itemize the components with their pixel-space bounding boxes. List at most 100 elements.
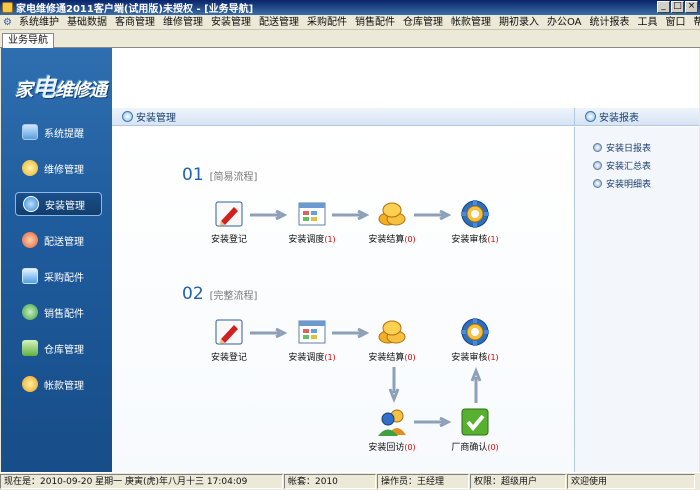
menu-system[interactable]: 系统维护 (15, 15, 63, 30)
logo-text-big: 电 (32, 74, 56, 102)
menu-repair[interactable]: 维修管理 (159, 15, 207, 30)
report-icon (593, 143, 602, 152)
sidebar: 家电维修通 系统提醒 维修管理 安装管理 配送管理 采购配件 销售配件 仓库管理 (1, 48, 112, 472)
sidebar-item-label: 安装管理 (45, 200, 85, 212)
report-icon (593, 161, 602, 170)
section-icon (122, 111, 133, 122)
sidebar-item-label: 配送管理 (44, 236, 84, 248)
status-datetime: 现在是：2010-09-20 星期一 庚寅(虎)年八月十三 17:04:09 (0, 474, 283, 489)
page-title: 安装管理 (136, 113, 176, 124)
node-label: 安装调度 (288, 235, 325, 245)
close-button[interactable]: × (685, 1, 698, 13)
menu-window[interactable]: 窗口 (662, 15, 690, 30)
node-install-audit-2[interactable]: 安装审核(1) (440, 317, 510, 363)
app-logo: 家电维修通 (15, 68, 107, 102)
status-bar: 现在是：2010-09-20 星期一 庚寅(虎)年八月十三 17:04:09 帐… (0, 472, 700, 490)
node-install-register-2[interactable]: 安装登记 (194, 317, 264, 363)
status-operator: 操作员：王经理 (377, 474, 469, 489)
flow-arrow-up (470, 367, 482, 403)
sidebar-item-label: 维修管理 (44, 164, 84, 176)
sidebar-item-reminders[interactable]: 系统提醒 (15, 120, 102, 144)
sidebar-item-label: 系统提醒 (44, 128, 84, 140)
status-account: 帐套：2010 (284, 474, 376, 489)
menu-tools[interactable]: 工具 (634, 15, 662, 30)
node-install-settle-2[interactable]: 安装结算(0) (357, 317, 427, 363)
content-header: 安装管理 (112, 108, 574, 126)
node-count: (1) (324, 353, 336, 362)
menu-bar: ⚙ 系统维护 基础数据 客商管理 维修管理 安装管理 配送管理 采购配件 销售配… (0, 15, 700, 30)
title-bar: 家电维修通2011客户端(试用版)未授权 - [业务导航] _ □ × (0, 0, 700, 15)
sidebar-item-label: 帐款管理 (44, 380, 84, 392)
sidebar-item-purchase[interactable]: 采购配件 (15, 264, 102, 288)
flow-1-number: 01 (182, 165, 204, 185)
node-label: 安装调度 (288, 353, 325, 363)
coins-icon (22, 376, 38, 392)
maximize-button[interactable]: □ (671, 1, 684, 13)
node-count: (1) (487, 353, 499, 362)
menu-accounts[interactable]: 帐款管理 (447, 15, 495, 30)
people-icon (377, 407, 407, 437)
sidebar-item-label: 采购配件 (44, 272, 84, 284)
menu-purchase[interactable]: 采购配件 (303, 15, 351, 30)
logo-text-post: 维修通 (55, 80, 107, 101)
minimize-button[interactable]: _ (657, 1, 670, 13)
flow-arrow-down (388, 367, 400, 403)
menu-install[interactable]: 安装管理 (207, 15, 255, 30)
coins-icon (377, 317, 407, 347)
node-label: 安装登记 (210, 353, 247, 363)
node-label: 厂商确认 (451, 443, 488, 453)
menu-basic-data[interactable]: 基础数据 (63, 15, 111, 30)
menu-warehouse[interactable]: 仓库管理 (399, 15, 447, 30)
node-count: (0) (404, 235, 416, 244)
node-count: (0) (404, 353, 416, 362)
sidebar-item-sales[interactable]: 销售配件 (15, 300, 102, 324)
node-count: (0) (404, 443, 416, 452)
report-daily[interactable]: 安装日报表 (593, 141, 651, 154)
workflow-panel: 01 [简易流程] 安装登记 安装调度(1) 安装结算(0) 安装审核(1) 0… (112, 127, 574, 472)
logo-text-pre: 家 (15, 80, 33, 101)
tab-business-nav[interactable]: 业务导航 (2, 33, 54, 48)
node-install-visit[interactable]: 安装回访(0) (357, 407, 427, 453)
node-count: (0) (487, 443, 499, 452)
checkmark-icon (460, 407, 490, 437)
node-label: 安装登记 (210, 235, 247, 245)
node-install-register[interactable]: 安装登记 (194, 199, 264, 245)
report-label: 安装明细表 (606, 180, 652, 190)
flow-2-label: [完整流程] (209, 291, 258, 302)
node-install-audit[interactable]: 安装审核(1) (440, 199, 510, 245)
warehouse-icon (22, 340, 38, 356)
menu-opening[interactable]: 期初录入 (495, 15, 543, 30)
node-label: 安装审核 (451, 235, 488, 245)
sidebar-item-accounts[interactable]: 帐款管理 (15, 372, 102, 396)
status-permission: 权限：超级用户 (470, 474, 566, 489)
node-vendor-confirm[interactable]: 厂商确认(0) (440, 407, 510, 453)
menu-sales[interactable]: 销售配件 (351, 15, 399, 30)
flow-1-title: 01 [简易流程] (182, 165, 257, 185)
menu-oa[interactable]: 办公OA (543, 15, 586, 30)
node-install-dispatch[interactable]: 安装调度(1) (277, 199, 347, 245)
flow-1-label: [简易流程] (209, 172, 258, 183)
reports-icon (585, 111, 596, 122)
node-label: 安装结算 (368, 353, 405, 363)
menu-delivery[interactable]: 配送管理 (255, 15, 303, 30)
menu-customers[interactable]: 客商管理 (111, 15, 159, 30)
tab-strip: 业务导航 (0, 31, 700, 48)
node-label: 安装回访 (368, 443, 405, 453)
node-install-dispatch-2[interactable]: 安装调度(1) (277, 317, 347, 363)
report-summary[interactable]: 安装汇总表 (593, 159, 651, 172)
node-install-settle[interactable]: 安装结算(0) (357, 199, 427, 245)
sidebar-item-install[interactable]: 安装管理 (15, 192, 102, 216)
sidebar-item-repair[interactable]: 维修管理 (15, 156, 102, 180)
report-detail[interactable]: 安装明细表 (593, 177, 651, 190)
status-welcome: 欢迎使用 (567, 474, 695, 489)
audit-gear-icon (460, 317, 490, 347)
system-menu-icon[interactable]: ⚙ (3, 17, 12, 28)
sidebar-item-warehouse[interactable]: 仓库管理 (15, 336, 102, 360)
menu-help[interactable]: 帮助 (690, 15, 700, 30)
schedule-icon (297, 317, 327, 347)
window-controls: _ □ × (657, 1, 698, 13)
flow-2-number: 02 (182, 284, 204, 304)
sidebar-item-delivery[interactable]: 配送管理 (15, 228, 102, 252)
pencil-icon (214, 317, 244, 347)
menu-reports[interactable]: 统计报表 (586, 15, 634, 30)
